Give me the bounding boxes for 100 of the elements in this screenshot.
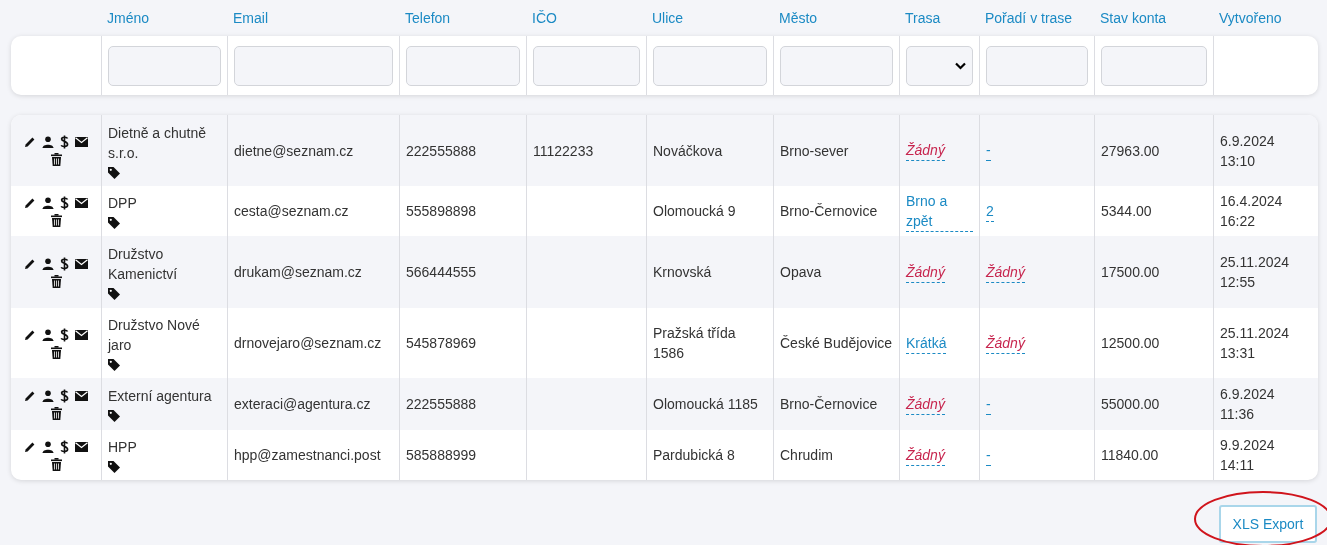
editable-link[interactable]: Žádný [986, 261, 1025, 283]
pencil-icon[interactable] [24, 136, 36, 148]
tag-icon[interactable] [108, 410, 120, 422]
table-cell-text: 55000.00 [1101, 395, 1160, 414]
tag-icon[interactable] [108, 359, 120, 371]
trash-icon[interactable] [50, 457, 62, 471]
table-cell-text: HPP [108, 438, 137, 457]
dollar-icon[interactable] [60, 256, 69, 271]
table-cell-text: 222555888 [406, 141, 477, 161]
table-cell-text: 27963.00 [1101, 141, 1160, 161]
table-cell-text: Brno-Černovice [780, 395, 878, 414]
pencil-icon[interactable] [24, 440, 36, 453]
trash-icon[interactable] [50, 345, 62, 359]
table-cell-text: 566444555 [406, 263, 477, 282]
trash-icon[interactable] [50, 406, 62, 420]
table-cell-text: 9.9.2024 14:11 [1220, 436, 1276, 475]
user-icon[interactable] [42, 257, 54, 270]
table-cell-text: Chrudim [780, 446, 833, 465]
table-cell-text: cesta@seznam.cz [234, 202, 349, 221]
envelope-icon[interactable] [75, 197, 88, 208]
table-cell-text: Družstvo Nové jaro [108, 316, 201, 355]
table-cell-text: 25.11.2024 13:31 [1220, 324, 1291, 363]
editable-link[interactable]: - [986, 393, 991, 415]
user-icon[interactable] [42, 196, 54, 209]
table-cell-text: dietne@seznam.cz [234, 141, 354, 161]
column-header[interactable]: Jméno [107, 10, 150, 26]
filter-field[interactable] [780, 45, 893, 86]
column-header[interactable]: Email [233, 10, 268, 26]
user-icon[interactable] [42, 389, 54, 402]
column-header[interactable]: Pořadí v trase [985, 10, 1073, 26]
editable-link[interactable]: - [986, 444, 991, 466]
tag-icon[interactable] [108, 461, 120, 473]
table-cell-text: 555898898 [406, 202, 477, 221]
filter-field[interactable] [406, 45, 520, 86]
pencil-icon[interactable] [24, 328, 36, 341]
editable-link[interactable]: Krátká [906, 332, 947, 354]
envelope-icon[interactable] [75, 441, 88, 452]
dollar-icon[interactable] [60, 327, 69, 342]
table-cell-text: 585888999 [406, 446, 477, 465]
filter-field[interactable] [653, 45, 767, 86]
table-cell-text: Pražská třída 1586 [653, 324, 737, 363]
table-cell-text: 16.4.2024 16:22 [1220, 192, 1284, 231]
table-cell-text: drnovejaro@seznam.cz [234, 334, 382, 353]
table-cell-text: Družstvo Kamenictví [108, 245, 179, 284]
dollar-icon[interactable] [60, 195, 69, 210]
tag-icon[interactable] [108, 166, 120, 179]
dollar-icon[interactable] [60, 439, 69, 454]
trash-icon[interactable] [50, 213, 62, 227]
tag-icon[interactable] [108, 288, 120, 300]
column-header[interactable]: Trasa [905, 10, 941, 26]
table-cell-text: České Budějovice [780, 334, 893, 353]
dollar-icon[interactable] [60, 135, 69, 149]
pencil-icon[interactable] [24, 257, 36, 270]
trash-icon[interactable] [50, 153, 62, 166]
table-cell-text: 11122233 [533, 141, 594, 161]
table-cell-text: Olomoucká 1185 [653, 395, 758, 414]
editable-link[interactable]: Žádný [906, 140, 945, 161]
column-header[interactable]: Stav konta [1100, 10, 1167, 26]
table-cell-text: DPP [108, 194, 137, 213]
envelope-icon[interactable] [75, 329, 88, 340]
editable-link[interactable]: Žádný [986, 332, 1025, 354]
table-cell-text: 222555888 [406, 395, 477, 414]
editable-link[interactable]: Brno a zpět [906, 190, 973, 232]
filter-field[interactable] [1101, 45, 1207, 86]
envelope-icon[interactable] [75, 390, 88, 401]
editable-link[interactable]: 2 [986, 200, 994, 222]
user-icon[interactable] [42, 440, 54, 453]
user-icon[interactable] [42, 328, 54, 341]
envelope-icon[interactable] [75, 258, 88, 269]
editable-link[interactable]: - [986, 140, 991, 161]
column-header[interactable]: Telefon [405, 10, 451, 26]
column-header[interactable]: IČO [532, 10, 557, 26]
table-cell-text: 6.9.2024 13:10 [1220, 131, 1276, 171]
table-cell-text: Dietně a chutně s.r.o. [108, 123, 208, 163]
dollar-icon[interactable] [60, 388, 69, 403]
filter-field[interactable] [986, 45, 1088, 86]
table-cell-text: Pardubická 8 [653, 446, 735, 465]
filter-field[interactable] [533, 45, 640, 86]
trash-icon[interactable] [50, 274, 62, 288]
editable-link[interactable]: Žádný [906, 444, 945, 466]
table-cell-text: 11840.00 [1101, 446, 1159, 465]
pencil-icon[interactable] [24, 196, 36, 209]
tag-icon[interactable] [108, 217, 120, 229]
filter-field[interactable] [234, 45, 393, 86]
export-button[interactable]: XLS Export [1219, 505, 1317, 543]
envelope-icon[interactable] [75, 137, 88, 147]
table-cell-text: Brno-sever [780, 141, 849, 161]
table-cell-text: Olomoucká 9 [653, 202, 736, 221]
column-header[interactable]: Vytvořeno [1219, 10, 1282, 26]
table-cell-text: 5344.00 [1101, 202, 1152, 221]
column-header[interactable]: Město [779, 10, 818, 26]
pencil-icon[interactable] [24, 389, 36, 402]
table-cell-text: 25.11.2024 12:55 [1220, 253, 1291, 292]
user-icon[interactable] [42, 136, 54, 148]
table-cell-text: Brno-Černovice [780, 202, 878, 221]
filter-field[interactable] [108, 45, 221, 86]
editable-link[interactable]: Žádný [906, 261, 945, 283]
column-header[interactable]: Ulice [652, 10, 684, 26]
table-cell-text: Nováčkova [653, 141, 723, 161]
editable-link[interactable]: Žádný [906, 393, 945, 415]
